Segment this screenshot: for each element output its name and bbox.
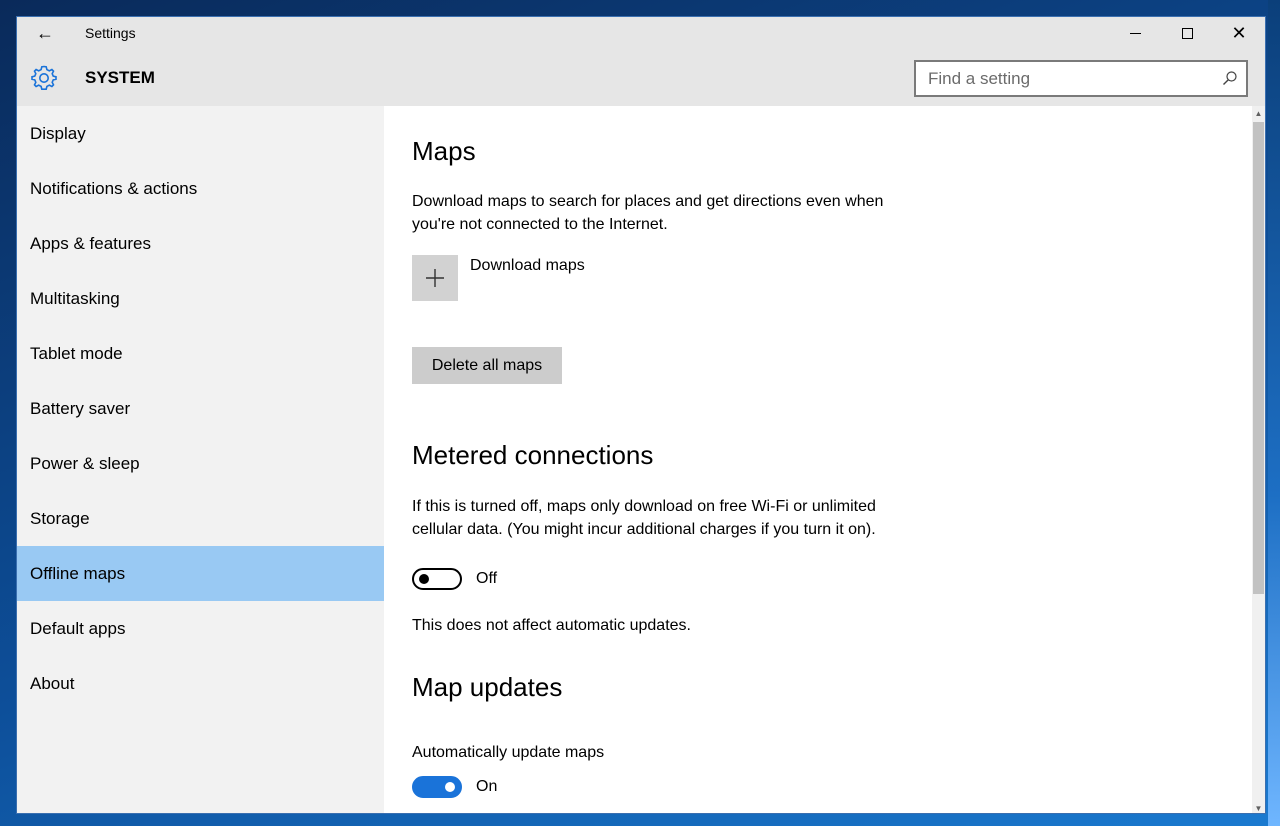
download-maps-label[interactable]: Download maps xyxy=(470,257,585,275)
delete-all-maps-button[interactable]: Delete all maps xyxy=(412,347,562,384)
maps-description-line1: Download maps to search for places and g… xyxy=(412,193,884,210)
metered-description-line1: If this is turned off, maps only downloa… xyxy=(412,498,876,515)
sidebar-item-battery-saver[interactable]: Battery saver xyxy=(17,381,384,436)
sidebar-item-tablet-mode[interactable]: Tablet mode xyxy=(17,326,384,381)
metered-toggle[interactable] xyxy=(412,568,462,590)
map-updates-heading: Map updates xyxy=(412,672,563,702)
close-button[interactable]: ✕ xyxy=(1213,17,1265,49)
sidebar-item-about[interactable]: About xyxy=(17,656,384,711)
minimize-button[interactable] xyxy=(1109,17,1161,49)
close-icon: ✕ xyxy=(1231,23,1247,43)
auto-update-label: Automatically update maps xyxy=(412,744,605,761)
scroll-down-icon[interactable]: ▼ xyxy=(1252,801,1265,813)
content-pane: Maps Download maps to search for places … xyxy=(384,106,1252,813)
sidebar-item-apps-features[interactable]: Apps & features xyxy=(17,216,384,271)
sidebar-item-default-apps[interactable]: Default apps xyxy=(17,601,384,656)
metered-description-line2: cellular data. (You might incur addition… xyxy=(412,521,876,538)
search-input[interactable] xyxy=(916,62,1206,95)
content-scrollbar[interactable]: ▲ ▼ xyxy=(1252,106,1265,813)
title-bar: ← Settings ✕ xyxy=(17,17,1265,49)
back-button[interactable]: ← xyxy=(25,17,65,49)
sidebar-item-power-sleep[interactable]: Power & sleep xyxy=(17,436,384,491)
sidebar-item-storage[interactable]: Storage xyxy=(17,491,384,546)
settings-window: ← Settings ✕ SYSTEM Display xyxy=(16,16,1266,814)
toggle-knob xyxy=(445,782,455,792)
plus-icon xyxy=(426,269,444,287)
section-title: SYSTEM xyxy=(85,68,155,87)
metered-heading: Metered connections xyxy=(412,440,654,470)
window-title: Settings xyxy=(85,25,136,41)
maps-description-line2: you're not connected to the Internet. xyxy=(412,216,668,233)
sidebar-item-display[interactable]: Display xyxy=(17,106,384,161)
maximize-button[interactable] xyxy=(1161,17,1213,49)
metered-note: This does not affect automatic updates. xyxy=(412,617,691,634)
search-icon xyxy=(1223,71,1237,85)
auto-update-toggle[interactable] xyxy=(412,776,462,798)
auto-update-toggle-state: On xyxy=(476,778,498,795)
gear-icon xyxy=(31,65,57,90)
scroll-thumb[interactable] xyxy=(1253,122,1264,594)
sidebar-item-offline-maps[interactable]: Offline maps xyxy=(17,546,384,601)
maximize-icon xyxy=(1181,27,1193,39)
scroll-up-icon[interactable]: ▲ xyxy=(1252,106,1265,120)
download-maps-button[interactable] xyxy=(412,255,458,301)
settings-header: SYSTEM xyxy=(17,49,1265,106)
desktop-wallpaper-edge xyxy=(1268,0,1280,826)
sidebar-item-multitasking[interactable]: Multitasking xyxy=(17,271,384,326)
maps-heading: Maps xyxy=(412,136,476,166)
search-box[interactable] xyxy=(914,60,1248,97)
toggle-knob xyxy=(419,574,429,584)
metered-toggle-state: Off xyxy=(476,570,498,587)
sidebar-nav: Display Notifications & actions Apps & f… xyxy=(17,106,384,813)
sidebar-item-notifications[interactable]: Notifications & actions xyxy=(17,161,384,216)
minimize-icon xyxy=(1129,32,1141,34)
back-arrow-icon: ← xyxy=(36,22,54,43)
